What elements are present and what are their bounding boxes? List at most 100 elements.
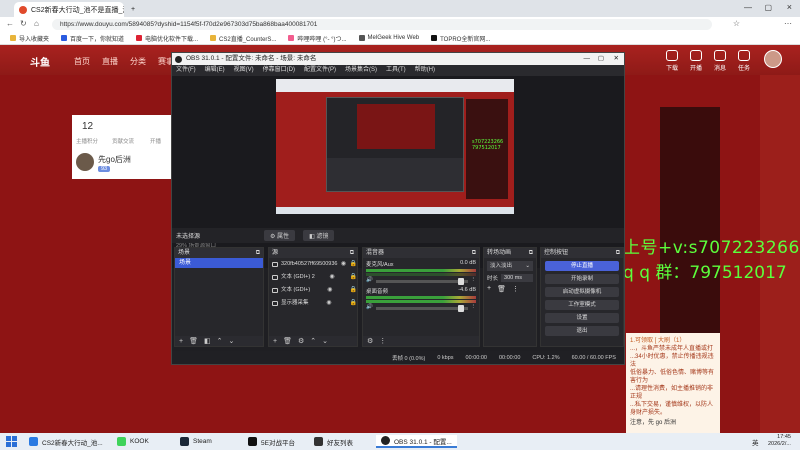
trash-icon[interactable]: 🗑 [283,337,292,345]
windows-start-icon[interactable] [6,436,17,447]
taskbar-item-kook[interactable]: KOOK [112,435,154,448]
tasks-button[interactable]: 任务 [732,50,756,72]
speaker-icon[interactable]: 🔊 [366,277,373,283]
home-icon[interactable]: ⌂ [34,19,39,28]
download-button[interactable]: 下载 [660,50,684,72]
kebab-icon[interactable]: ⋮ [471,304,477,310]
dock-undock-icon[interactable]: ⧉ [616,248,620,258]
reload-icon[interactable]: ↻ [20,19,27,28]
menu-scene-collection[interactable]: 场景集合(S) [345,65,377,76]
exit-button[interactable]: 退出 [545,326,619,336]
eye-icon[interactable]: ◉ [327,284,332,297]
go-live-button[interactable]: 开播 [684,50,708,72]
new-tab-button[interactable]: + [126,2,144,17]
minimize-icon[interactable]: — [744,3,752,12]
lock-icon[interactable]: 🔒 [350,284,357,297]
dock-undock-icon[interactable]: ⧉ [529,248,533,258]
kebab-icon[interactable]: ⋮ [512,285,519,293]
scene-item[interactable]: 场景 [175,258,263,268]
eye-icon[interactable]: ◉ [341,258,346,271]
filter-icon[interactable]: ◧ [204,337,211,345]
taskbar-item-browser[interactable]: CS2新春大行动_池... [24,435,108,448]
duration-input[interactable]: 300 ms [501,274,533,282]
source-item[interactable]: 320fb40527ff69500936 ◉ 🔒 [269,258,357,271]
stop-stream-button[interactable]: 停止直播 [545,261,619,271]
volume-slider[interactable] [375,304,468,312]
menu-edit[interactable]: 编辑(E) [205,65,225,76]
menu-docks[interactable]: 停靠窗口(D) [263,65,295,76]
source-item[interactable]: 显示器采集 ◉ 🔒 [269,297,357,310]
url-input[interactable]: https://www.douyu.com/5894085?dyshid=115… [52,19,712,30]
lock-icon[interactable]: 🔒 [350,271,357,284]
bookmark-item[interactable]: 导入收藏夹 [10,34,49,43]
filters-button[interactable]: ◧ 滤镜 [303,230,335,241]
taskbar-item-friends[interactable]: 好友列表 [309,435,358,448]
obs-preview-canvas[interactable]: s707223266 797512017 [276,79,514,214]
bookmark-item[interactable]: MelGeek Hive Web [358,35,419,41]
transition-select[interactable]: 淡入淡出 ⌄ [487,261,533,271]
volume-slider[interactable] [375,277,468,285]
dock-undock-icon[interactable]: ⧉ [472,248,476,258]
add-icon[interactable]: + [179,338,183,345]
gear-icon[interactable]: ⚙ [367,337,373,345]
lock-icon[interactable]: 🔒 [350,297,357,310]
bookmark-item[interactable]: 百度一下，你就知道 [61,34,124,43]
avatar[interactable] [764,50,782,68]
add-icon[interactable]: + [273,338,277,345]
back-icon[interactable]: ← [6,19,14,28]
streamer-avatar[interactable] [76,153,94,171]
input-language[interactable]: 英 [752,437,759,447]
minimize-icon[interactable]: — [584,53,591,65]
menu-profile[interactable]: 配置文件(P) [304,65,336,76]
dock-undock-icon[interactable]: ⧉ [350,248,354,258]
trash-icon[interactable]: 🗑 [189,337,198,345]
settings-button[interactable]: 设置 [545,313,619,323]
friends-icon [314,437,323,446]
source-item[interactable]: 文本 (GDI+) ◉ 🔒 [269,284,357,297]
taskbar-item-steam[interactable]: Steam [175,435,217,448]
nav-live[interactable]: 直播 [102,56,118,67]
add-icon[interactable]: + [487,285,491,293]
trash-icon[interactable]: 🗑 [497,285,506,293]
menu-view[interactable]: 视图(V) [234,65,254,76]
streamer-name[interactable]: 先go后洲 [98,154,131,165]
studio-mode-button[interactable]: 工作室模式 [545,300,619,310]
start-virtual-camera-button[interactable]: 启动虚拟摄像机 [545,287,619,297]
taskbar-item-obs[interactable]: OBS 31.0.1 - 配置... [376,435,457,448]
nav-home[interactable]: 首页 [74,56,90,67]
taskbar-item-5e[interactable]: 5E对战平台 [243,435,300,448]
douyu-logo[interactable]: 斗鱼 [30,54,50,69]
properties-button[interactable]: ⚙ 属性 [264,230,296,241]
eye-icon[interactable]: ◉ [326,297,331,310]
up-icon[interactable]: ⌃ [310,337,316,345]
star-icon[interactable]: ☆ [733,19,740,28]
close-icon[interactable]: ✕ [614,53,619,65]
menu-help[interactable]: 帮助(H) [415,65,435,76]
menu-icon[interactable]: ⋯ [784,19,792,28]
browser-tab-active[interactable]: CS2新春大行动_池不是直播_池不... × [14,2,124,17]
bookmark-item[interactable]: CS2直播_CounterS... [210,34,276,43]
bookmark-item[interactable]: 哔哩哔哩 (°- °)つ... [288,34,347,43]
maximize-icon[interactable]: ▢ [598,53,604,65]
down-icon[interactable]: ⌄ [322,337,328,345]
kebab-icon[interactable]: ⋮ [379,337,386,345]
source-item[interactable]: 文本 (GDI+) 2 ◉ 🔒 [269,271,357,284]
menu-file[interactable]: 文件(F) [176,65,196,76]
clock[interactable]: 17:45 2026/2/... [768,434,791,448]
down-icon[interactable]: ⌄ [228,337,234,345]
up-icon[interactable]: ⌃ [217,337,223,345]
speaker-icon[interactable]: 🔊 [366,304,373,310]
menu-tools[interactable]: 工具(T) [386,65,406,76]
start-recording-button[interactable]: 开始录制 [545,274,619,284]
bookmark-item[interactable]: TOPRO全新官网... [431,34,490,43]
bookmark-item[interactable]: 电脑优化软件下载... [136,34,198,43]
maximize-icon[interactable]: ▢ [764,3,772,12]
kebab-icon[interactable]: ⋮ [471,277,477,283]
messages-button[interactable]: 消息 [708,50,732,72]
dock-undock-icon[interactable]: ⧉ [256,248,260,258]
gear-icon[interactable]: ⚙ [298,337,304,345]
lock-icon[interactable]: 🔒 [350,258,357,271]
nav-category[interactable]: 分类 [130,56,146,67]
eye-icon[interactable]: ◉ [330,271,335,284]
window-close-icon[interactable]: × [787,2,792,12]
